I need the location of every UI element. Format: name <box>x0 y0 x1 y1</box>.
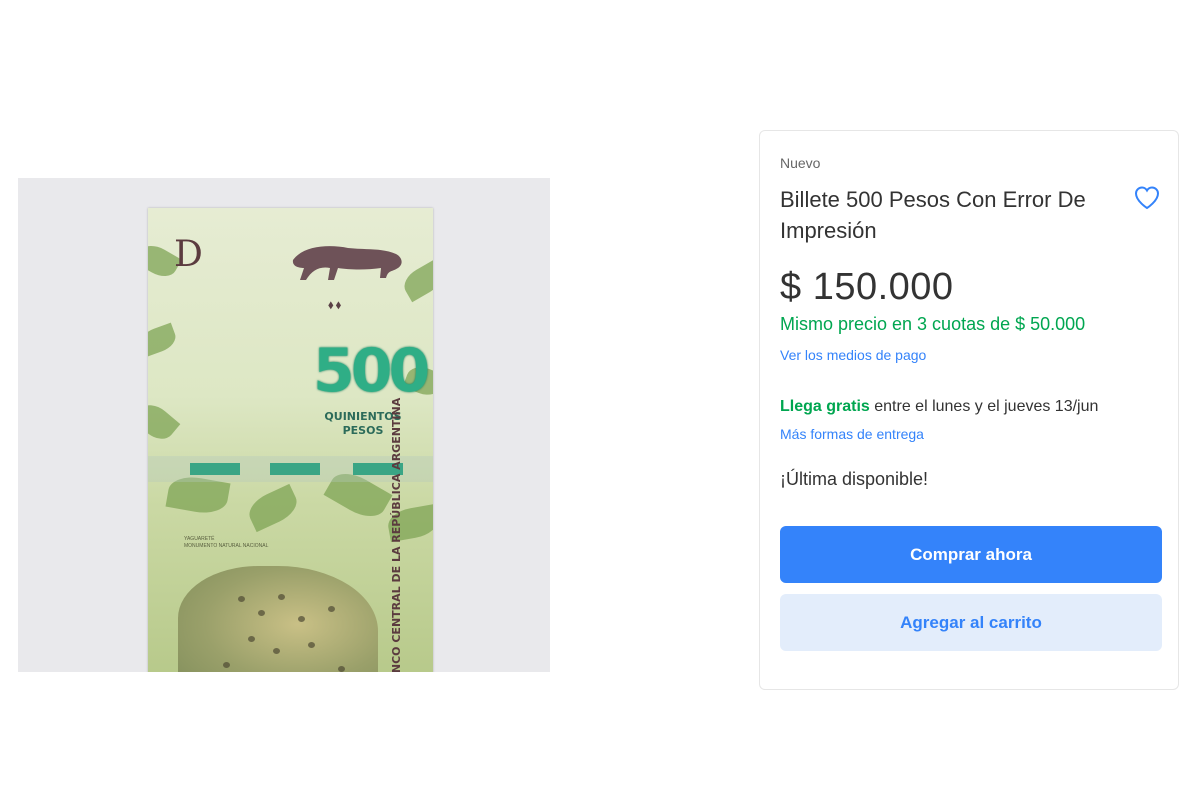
banknote: D ⬪⬪ 500 QUINIENTOS PESOS YAGUARETÉ MONU… <box>148 208 433 672</box>
condition-label: Nuevo <box>780 155 821 171</box>
jaguar-illustration <box>178 566 378 672</box>
installments-text: Mismo precio en 3 cuotas de $ 50.000 <box>780 314 1086 334</box>
banknote-series-letter: D <box>174 234 203 275</box>
tactile-marks-icon: ⬪⬪ <box>328 294 344 316</box>
buy-box: Nuevo Billete 500 Pesos Con Error De Imp… <box>759 130 1179 690</box>
puma-icon <box>292 246 402 280</box>
stock-status: ¡Última disponible! <box>780 469 929 489</box>
product-title: Billete 500 Pesos Con Error De Impresión <box>780 187 1086 243</box>
banknote-caption: YAGUARETÉ MONUMENTO NATURAL NACIONAL <box>184 536 269 549</box>
add-to-cart-button[interactable]: Agregar al carrito <box>780 594 1162 651</box>
free-shipping-label: Llega gratis <box>780 398 870 415</box>
price: $ 150.000 <box>780 266 954 308</box>
delivery-options-link[interactable]: Más formas de entrega <box>780 426 924 442</box>
banknote-issuer: BANCO CENTRAL DE LA REPÚBLICA ARGENTINA <box>390 397 403 672</box>
payment-methods-link[interactable]: Ver los medios de pago <box>780 347 926 363</box>
buy-now-button[interactable]: Comprar ahora <box>780 526 1162 583</box>
shipping-dates: entre el lunes y el jueves 13/jun <box>869 398 1099 415</box>
banknote-denomination: 500 <box>313 336 430 406</box>
shipping-info: Llega gratis entre el lunes y el jueves … <box>780 398 1098 416</box>
heart-outline-icon[interactable] <box>1132 183 1162 213</box>
product-image[interactable]: D ⬪⬪ 500 QUINIENTOS PESOS YAGUARETÉ MONU… <box>18 178 550 672</box>
